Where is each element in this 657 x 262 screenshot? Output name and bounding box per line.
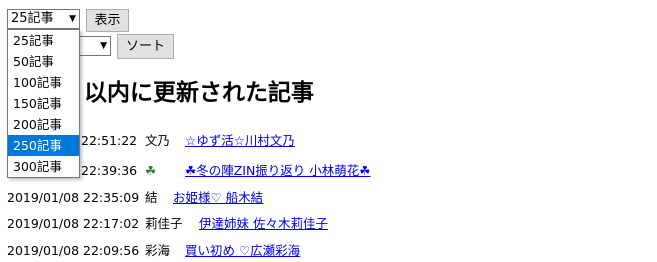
dropdown-option[interactable]: 300記事 — [8, 156, 79, 177]
dropdown-option[interactable]: 100記事 — [8, 72, 79, 93]
post-author: 文乃 — [145, 133, 171, 148]
dropdown-option[interactable]: 150記事 — [8, 93, 79, 114]
post-author: 彩海 — [145, 243, 171, 258]
dropdown-option[interactable]: 200記事 — [8, 114, 79, 135]
show-button[interactable]: 表示 — [86, 9, 129, 32]
post-title-link[interactable]: ☘冬の陣ZIN振り返り 小林萌花☘ — [185, 160, 371, 182]
article-count-value: 25記事 — [11, 11, 54, 26]
page-title: 以内に更新された記事 — [84, 80, 314, 106]
article-count-dropdown[interactable]: 25記事 50記事 100記事 150記事 200記事 250記事 300記事 — [7, 29, 80, 178]
dropdown-option[interactable]: 50記事 — [8, 51, 79, 72]
post-timestamp: 22:51:22 — [81, 133, 138, 148]
post-timestamp: 2019/01/08 22:09:56 — [7, 243, 140, 258]
dropdown-option[interactable]: 25記事 — [8, 30, 79, 51]
post-author: ☘ — [145, 163, 157, 178]
post-author: 莉佳子 — [145, 216, 183, 231]
post-title-link[interactable]: ☆ゆず活☆川村文乃 — [185, 130, 295, 152]
post-timestamp: 22:39:36 — [81, 163, 138, 178]
post-author: 結 — [145, 190, 158, 205]
dropdown-option-highlighted[interactable]: 250記事 — [8, 135, 79, 156]
chevron-down-icon: ▼ — [69, 14, 76, 24]
post-title-link[interactable]: 伊達姉妹 佐々木莉佳子 — [199, 213, 328, 235]
post-title-link[interactable]: お姫様♡ 船木結 — [173, 187, 263, 209]
post-title-link[interactable]: 買い初め ♡広瀬彩海 — [185, 240, 300, 262]
post-timestamp: 2019/01/08 22:35:09 — [7, 190, 140, 205]
sort-button[interactable]: ソート — [117, 34, 174, 59]
post-timestamp: 2019/01/08 22:17:02 — [7, 216, 140, 231]
chevron-down-icon: ▼ — [100, 41, 107, 51]
article-count-select[interactable]: 25記事 ▼ — [7, 9, 80, 29]
